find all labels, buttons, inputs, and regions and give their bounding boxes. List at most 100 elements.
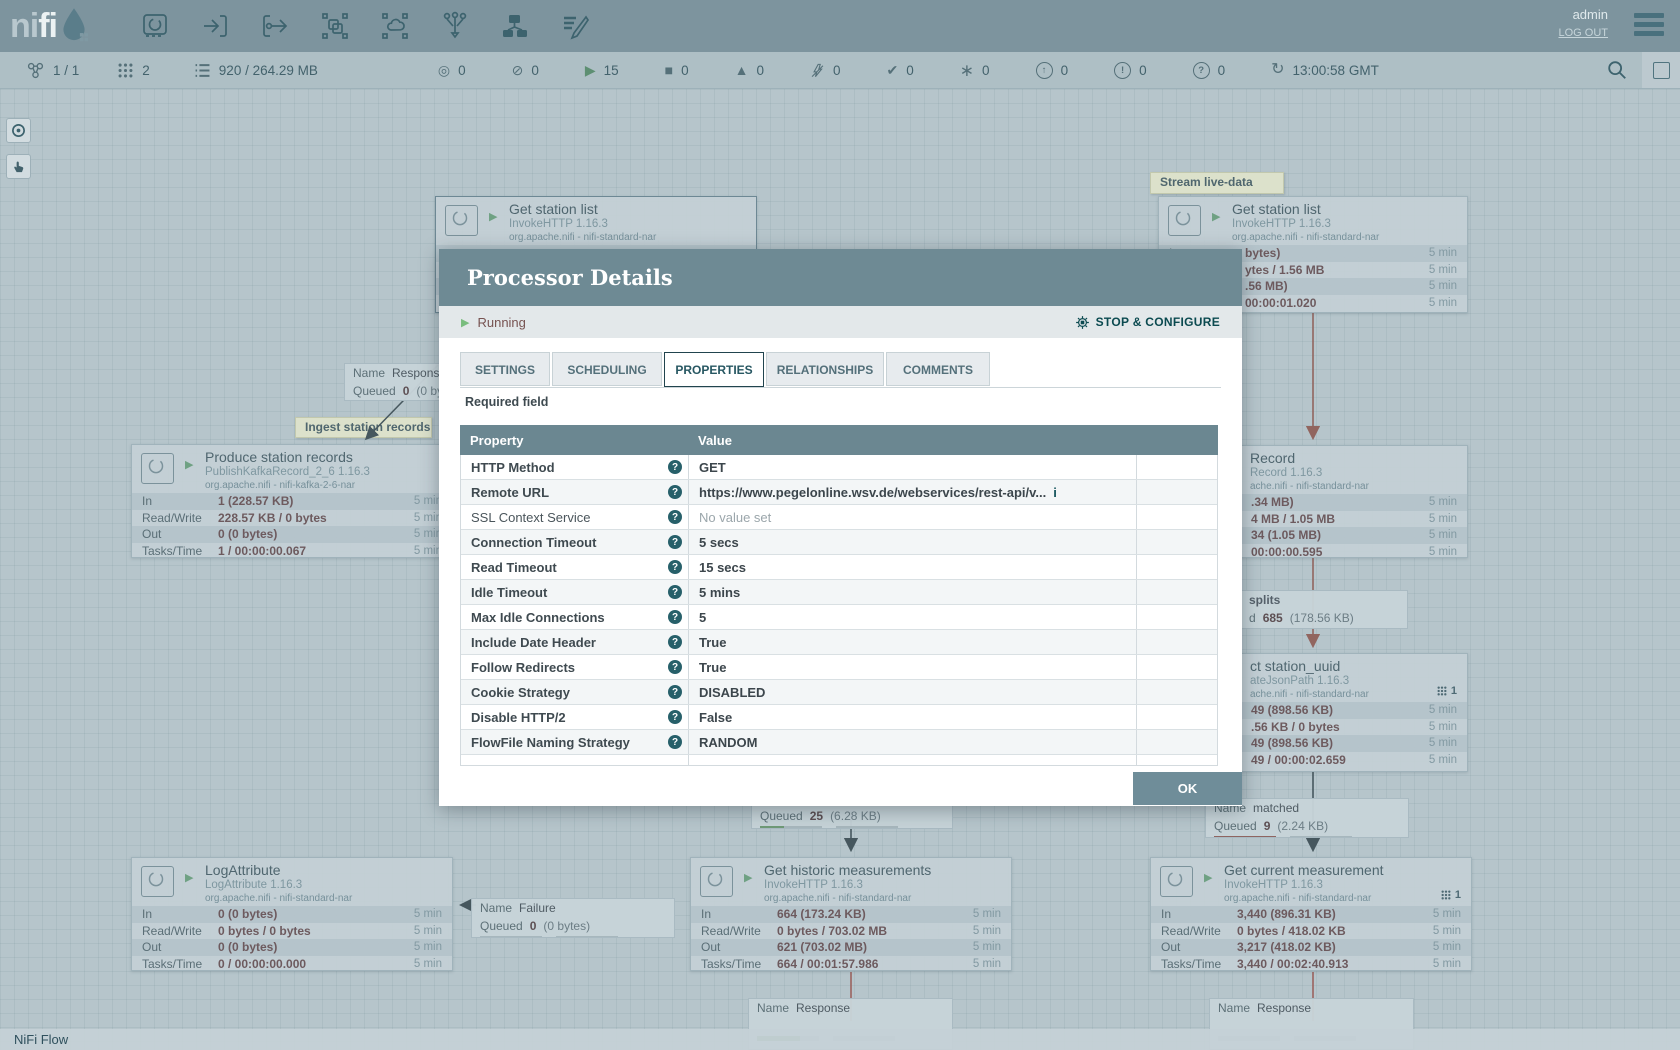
queue-progress-bar <box>1249 628 1311 629</box>
run-status-icon: ▶ <box>185 458 193 471</box>
info-icon[interactable]: i <box>1053 485 1057 500</box>
template-toolbar-icon[interactable] <box>498 9 531 42</box>
status-locally-modified-stale: ! 0 <box>1114 62 1147 79</box>
process-group-toolbar-icon[interactable] <box>318 9 351 42</box>
queue-progress-bar <box>480 936 542 938</box>
help-icon[interactable]: ? <box>668 535 682 549</box>
hand-tool-button[interactable] <box>6 154 31 179</box>
status-sync-failure: ? 0 <box>1193 62 1226 79</box>
processor-produce-station-records[interactable]: ▶ Produce station records PublishKafkaRe… <box>131 444 453 558</box>
tab-comments[interactable]: COMMENTS <box>886 352 990 386</box>
size-progress-bar <box>836 826 898 829</box>
not-transmitting-icon: ⊘ <box>512 63 524 77</box>
property-row-idle-timeout[interactable]: Idle Timeout? 5 mins <box>461 580 1217 605</box>
property-row-disable-http2[interactable]: Disable HTTP/2? False <box>461 705 1217 730</box>
help-icon[interactable]: ? <box>668 635 682 649</box>
property-row-http-method[interactable]: HTTP Method? GET <box>461 455 1217 480</box>
tab-settings[interactable]: SETTINGS <box>460 352 550 386</box>
properties-table-header: Property Value <box>460 425 1218 455</box>
processor-record-fragment[interactable]: Record Record 1.16.3 ache.nifi - nifi-st… <box>1240 445 1468 558</box>
status-stale: ↑ 0 <box>1036 62 1069 79</box>
stat-out: 34 (1.05 MB) <box>1251 528 1321 542</box>
stat-rw: .56 KB / 0 bytes <box>1251 720 1340 734</box>
property-row-cookie-strategy[interactable]: Cookie Strategy? DISABLED <box>461 680 1217 705</box>
output-port-toolbar-icon[interactable] <box>258 9 291 42</box>
breadcrumb-nifi-flow[interactable]: NiFi Flow <box>14 1032 68 1047</box>
disabled-icon <box>810 63 825 78</box>
processor-type: ateJsonPath 1.16.3 <box>1250 675 1369 687</box>
processor-type: InvokeHTTP 1.16.3 <box>764 879 931 891</box>
current-user: admin <box>1558 7 1608 22</box>
processor-title: ct station_uuid <box>1250 658 1369 674</box>
stop-and-configure-button[interactable]: STOP & CONFIGURE <box>1075 315 1220 330</box>
stat-tasks: 664 / 00:01:57.986 <box>777 957 878 971</box>
property-row-follow-redirects[interactable]: Follow Redirects? True <box>461 655 1217 680</box>
property-row-max-idle-connections[interactable]: Max Idle Connections? 5 <box>461 605 1217 630</box>
tab-properties[interactable]: PROPERTIES <box>664 352 764 387</box>
processor-type: Record 1.16.3 <box>1250 467 1369 479</box>
property-row-connection-timeout[interactable]: Connection Timeout? 5 secs <box>461 530 1217 555</box>
help-icon[interactable]: ? <box>668 460 682 474</box>
remote-process-group-toolbar-icon[interactable] <box>378 9 411 42</box>
user-block: admin LOG OUT <box>1558 7 1608 39</box>
refresh-icon[interactable]: ↻ <box>1271 62 1284 78</box>
help-icon[interactable]: ? <box>668 660 682 674</box>
connection-label-splits[interactable]: splits d685(178.56 KB) <box>1240 590 1408 629</box>
processor-extract-station-uuid-fragment[interactable]: ct station_uuid ateJsonPath 1.16.3 ache.… <box>1240 653 1468 772</box>
stat-out: 621 (703.02 MB) <box>777 940 867 954</box>
funnel-toolbar-icon[interactable] <box>438 9 471 42</box>
processor-toolbar-icon[interactable] <box>138 9 171 42</box>
property-row-flowfile-naming-strategy[interactable]: FlowFile Naming Strategy? RANDOM <box>461 730 1217 755</box>
property-row-clipped <box>461 755 1217 765</box>
property-row-remote-url[interactable]: Remote URL? https://www.pegelonline.wsv.… <box>461 480 1217 505</box>
stat-in: 49 (898.56 KB) <box>1251 703 1333 717</box>
processor-title: Produce station records <box>205 449 370 465</box>
target-tool-button[interactable] <box>6 118 31 143</box>
properties-table: Property Value HTTP Method? GET Remote U… <box>460 425 1218 766</box>
stat-in: 0 (0 bytes) <box>218 907 277 921</box>
processor-title: Get current measurement <box>1224 862 1384 878</box>
tab-relationships[interactable]: RELATIONSHIPS <box>766 352 884 386</box>
cluster-node-badge: 1 <box>1437 685 1457 697</box>
connection-label-failure[interactable]: NameFailure Queued0(0 bytes) <box>471 898 675 938</box>
processor-bundle: org.apache.nifi - nifi-standard-nar <box>205 893 352 904</box>
help-icon[interactable]: ? <box>668 485 682 499</box>
help-icon[interactable]: ? <box>668 585 682 599</box>
property-row-ssl-context-service[interactable]: SSL Context Service? No value set <box>461 505 1217 530</box>
processor-get-historic-measurements[interactable]: ▶ Get historic measurements InvokeHTTP 1… <box>690 857 1012 971</box>
nifi-drop-icon <box>57 6 91 46</box>
processor-get-current-measurement[interactable]: ▶ Get current measurement InvokeHTTP 1.1… <box>1150 857 1472 971</box>
processor-logattribute[interactable]: ▶ LogAttribute LogAttribute 1.16.3 org.a… <box>131 857 453 971</box>
help-icon[interactable]: ? <box>668 710 682 724</box>
property-row-include-date-header[interactable]: Include Date Header? True <box>461 630 1217 655</box>
property-row-read-timeout[interactable]: Read Timeout? 15 secs <box>461 555 1217 580</box>
up-to-date-icon: ✔ <box>887 63 899 77</box>
input-port-toolbar-icon[interactable] <box>198 9 231 42</box>
stat-rw: 4 MB / 1.05 MB <box>1251 512 1335 526</box>
processor-title: Record <box>1250 450 1369 466</box>
help-icon[interactable]: ? <box>668 735 682 749</box>
size-progress-bar <box>1290 836 1352 838</box>
processor-details-dialog: Processor Details ▶ Running STOP & CONFI… <box>439 249 1242 806</box>
cluster-badge-icon <box>1437 686 1447 696</box>
sync-failure-icon: ? <box>1193 62 1210 79</box>
breadcrumb-bar: NiFi Flow <box>0 1029 1680 1050</box>
label-toolbar-icon[interactable] <box>558 9 591 42</box>
search-icon[interactable] <box>1606 59 1628 86</box>
processor-icon <box>1160 866 1193 897</box>
column-property: Property <box>460 433 688 448</box>
cluster-node-badge: 1 <box>1441 889 1461 901</box>
threads-icon <box>117 62 134 79</box>
help-icon[interactable]: ? <box>668 560 682 574</box>
help-icon[interactable]: ? <box>668 610 682 624</box>
logout-link[interactable]: LOG OUT <box>1558 27 1608 39</box>
tab-scheduling[interactable]: SCHEDULING <box>552 352 662 386</box>
running-state-text: Running <box>477 315 525 330</box>
stat-rw: 0 bytes / 418.02 KB <box>1237 924 1346 938</box>
global-menu-icon[interactable] <box>1634 13 1664 40</box>
birdseye-toggle-icon[interactable] <box>1642 52 1680 88</box>
help-icon[interactable]: ? <box>668 510 682 524</box>
help-icon[interactable]: ? <box>668 685 682 699</box>
ok-button[interactable]: OK <box>1133 772 1242 805</box>
connection-label-response-top[interactable]: NameResponse Queued0(0 bytes <box>344 363 440 401</box>
